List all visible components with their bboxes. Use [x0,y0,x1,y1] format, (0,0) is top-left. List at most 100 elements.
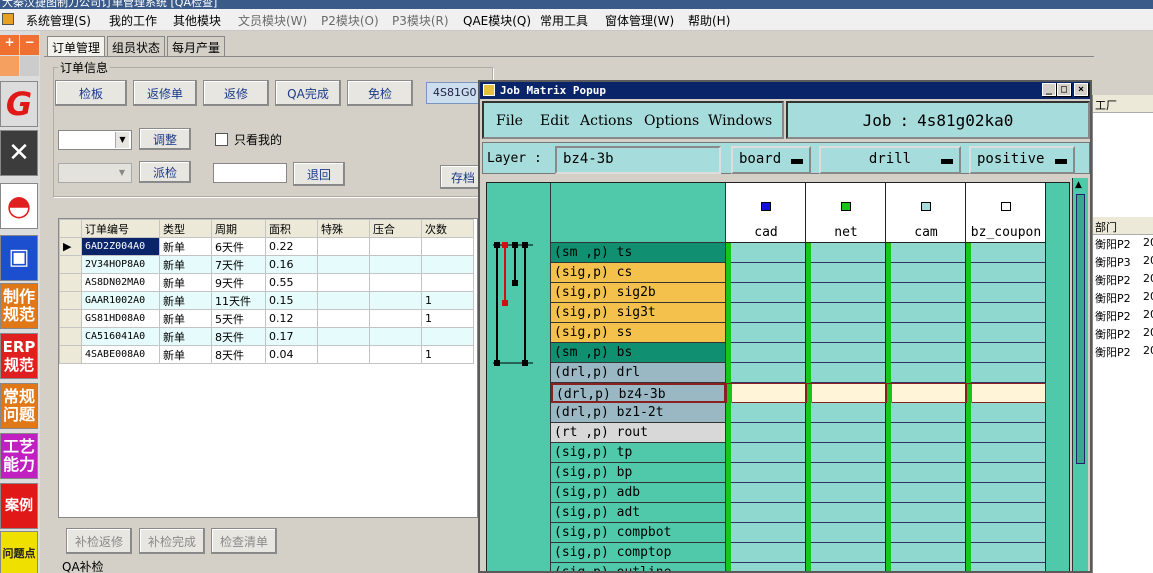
table-cell[interactable]: GS81HD08A0 [81,309,160,328]
matrix-cell[interactable] [726,383,806,404]
layer-name-cell[interactable]: (sig,p) adb [551,483,726,503]
menu-clerk[interactable]: 文员模块(W) [238,12,307,29]
table-cell[interactable]: GAAR1002A0 [81,291,160,310]
popup-titlebar[interactable]: Job Matrix Popup _ □ × [480,82,1090,99]
matrix-cell[interactable] [886,423,966,443]
menu-my-work[interactable]: 我的工作 [109,12,157,29]
adjust-button[interactable]: 调整 [139,128,191,150]
table-row[interactable]: ▶ 6AD2Z004A0 新单 6天件 0.22 [59,237,474,256]
layer-name-cell[interactable]: (sm ,p) ts [551,243,726,263]
table-cell[interactable] [317,273,370,292]
save-icon[interactable]: ▣ [0,235,38,281]
matrix-cell[interactable] [806,403,886,423]
table-row[interactable]: CA516041A0 新单 8天件 0.17 [59,327,474,346]
matrix-cell[interactable] [806,503,886,523]
row-indicator[interactable] [59,291,82,310]
matrix-cell[interactable] [966,443,1046,463]
matrix-cell[interactable] [886,383,966,404]
layer-name-cell[interactable]: (sig,p) bp [551,463,726,483]
matrix-cell[interactable] [726,483,806,503]
table-cell[interactable]: 新单 [159,345,212,364]
matrix-cell[interactable] [726,303,806,323]
layer-name-cell[interactable]: (drl,p) drl [551,363,726,383]
matrix-cell[interactable] [806,523,886,543]
matrix-cell[interactable] [966,243,1046,263]
recheck-complete-button[interactable]: 补检完成 [139,528,205,554]
matrix-cell[interactable] [726,403,806,423]
matrix-cell[interactable] [886,243,966,263]
adjust-select[interactable]: ▼ [58,130,132,150]
table-cell[interactable] [421,327,474,346]
layer-name-cell[interactable]: (sig,p) tp [551,443,726,463]
table-cell[interactable] [317,255,370,274]
matrix-cell[interactable] [886,323,966,343]
matrix-cell[interactable] [886,343,966,363]
table-cell[interactable]: 2V34HOP8A0 [81,255,160,274]
rework-button[interactable]: 返修 [203,80,269,106]
table-cell[interactable] [369,309,422,328]
table-cell[interactable]: AS8DN02MA0 [81,273,160,292]
table-cell[interactable]: CA516041A0 [81,327,160,346]
table-cell[interactable]: 0.04 [265,345,318,364]
menu-tools[interactable]: 常用工具 [540,12,588,29]
table-cell[interactable]: 4SABE008A0 [81,345,160,364]
menu-system[interactable]: 系统管理(S) [26,12,91,29]
blank-tool[interactable] [20,56,39,76]
table-cell[interactable] [317,291,370,310]
matrix-cell[interactable] [726,243,806,263]
matrix-cell[interactable] [726,543,806,563]
matrix-cell[interactable] [806,423,886,443]
scroll-up-icon[interactable]: ▲ [1075,180,1082,190]
matrix-cell[interactable] [886,483,966,503]
table-cell[interactable]: 9天件 [211,273,266,292]
popup-menu-windows[interactable]: Windows [708,113,772,129]
matrix-column-1[interactable]: net [806,183,886,243]
check-list-button[interactable]: 检查清单 [211,528,277,554]
layer-name-cell[interactable]: (sig,p) comptop [551,543,726,563]
menu-p3[interactable]: P3模块(R) [392,12,449,29]
matrix-cell[interactable] [886,543,966,563]
logo-icon[interactable]: G [0,81,38,127]
column-type[interactable]: 类型 [159,219,212,238]
column-count[interactable]: 次数 [421,219,474,238]
matrix-cell[interactable] [806,323,886,343]
toolbar-process[interactable]: 工艺能力 [0,433,38,479]
matrix-cell[interactable] [806,483,886,503]
matrix-cell[interactable] [886,263,966,283]
table-cell[interactable] [369,345,422,364]
minus-button[interactable]: − [20,35,39,55]
layer-name-cell[interactable]: (sig,p) sig2b [551,283,726,303]
table-row[interactable]: GS81HD08A0 新单 5天件 0.12 1 [59,309,474,328]
table-cell[interactable]: 8天件 [211,327,266,346]
table-cell[interactable] [317,345,370,364]
matrix-cell[interactable] [886,303,966,323]
minimize-icon[interactable]: _ [1042,83,1056,96]
table-cell[interactable]: 1 [421,291,474,310]
matrix-cell[interactable] [886,403,966,423]
matrix-cell[interactable] [886,503,966,523]
matrix-cell[interactable] [726,463,806,483]
context-dropdown[interactable]: board [731,146,811,174]
column-cycle[interactable]: 周期 [211,219,266,238]
popup-menu-file[interactable]: File [496,113,523,129]
table-row[interactable]: 4SABE008A0 新单 8天件 0.04 1 [59,345,474,364]
matrix-cell[interactable] [966,463,1046,483]
table-cell[interactable]: 6AD2Z004A0 [81,237,160,256]
table-cell[interactable] [369,273,422,292]
popup-menu-actions[interactable]: Actions [580,113,633,129]
close-icon[interactable]: × [1074,83,1088,96]
column-press[interactable]: 压合 [369,219,422,238]
layer-name-cell[interactable]: (sig,p) cs [551,263,726,283]
menu-other[interactable]: 其他模块 [173,12,221,29]
send-select[interactable]: ▼ [58,163,132,183]
row-indicator[interactable] [59,345,82,364]
layer-name-cell[interactable]: (sig,p) outline [551,563,726,571]
table-cell[interactable]: 1 [421,309,474,328]
polarity-dropdown[interactable]: positive [969,146,1075,174]
table-row[interactable]: 2V34HOP8A0 新单 7天件 0.16 [59,255,474,274]
layer-name-cell[interactable]: (sig,p) compbot [551,523,726,543]
table-cell[interactable]: 11天件 [211,291,266,310]
table-cell[interactable] [369,237,422,256]
matrix-cell[interactable] [726,283,806,303]
table-cell[interactable]: 0.12 [265,309,318,328]
